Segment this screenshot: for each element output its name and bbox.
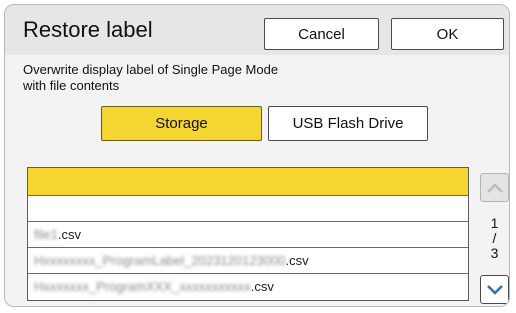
list-item-label-blurred: Hxxxxxxxx_ProgramLabel_2023120123000	[34, 253, 286, 268]
usb-flash-drive-button[interactable]: USB Flash Drive	[268, 106, 428, 141]
dialog-header: Restore label Cancel OK	[5, 5, 509, 55]
list-item-extension: .csv	[285, 253, 309, 268]
description-line-1: Overwrite display label of Single Page M…	[23, 62, 279, 77]
list-item-label-blurred: file1	[34, 227, 58, 242]
list-item[interactable]: Hxxxxxxx_ProgramXXX_xxxxxxxxxxx.csv	[28, 274, 468, 300]
page-separator: /	[492, 230, 497, 246]
file-list: file1.csv Hxxxxxxxx_ProgramLabel_2023120…	[27, 167, 469, 301]
chevron-up-icon	[486, 182, 503, 193]
ok-button[interactable]: OK	[391, 18, 504, 50]
dialog-title: Restore label	[23, 17, 153, 42]
list-item[interactable]	[28, 196, 468, 222]
list-item[interactable]: file1.csv	[28, 222, 468, 248]
chevron-down-icon	[486, 284, 503, 295]
list-item-extension: .csv	[57, 227, 81, 242]
restore-label-dialog: Restore label Cancel OK Overwrite displa…	[4, 4, 510, 307]
list-item-label-blurred: Hxxxxxxx_ProgramXXX_xxxxxxxxxxx	[34, 279, 251, 294]
cancel-button[interactable]: Cancel	[264, 18, 379, 50]
list-item-extension: .csv	[250, 279, 274, 294]
scroll-down-button[interactable]	[480, 275, 509, 304]
scroll-up-button[interactable]	[480, 173, 509, 202]
list-item[interactable]	[28, 168, 468, 196]
description-line-2: with file contents	[23, 78, 120, 93]
storage-button[interactable]: Storage	[101, 106, 262, 141]
page-total: 3	[490, 245, 499, 261]
page-indicator: 1 / 3	[480, 216, 509, 261]
page-current: 1	[490, 215, 499, 231]
list-item[interactable]: Hxxxxxxxx_ProgramLabel_2023120123000.csv	[28, 248, 468, 274]
description-text: Overwrite display label of Single Page M…	[23, 62, 353, 94]
